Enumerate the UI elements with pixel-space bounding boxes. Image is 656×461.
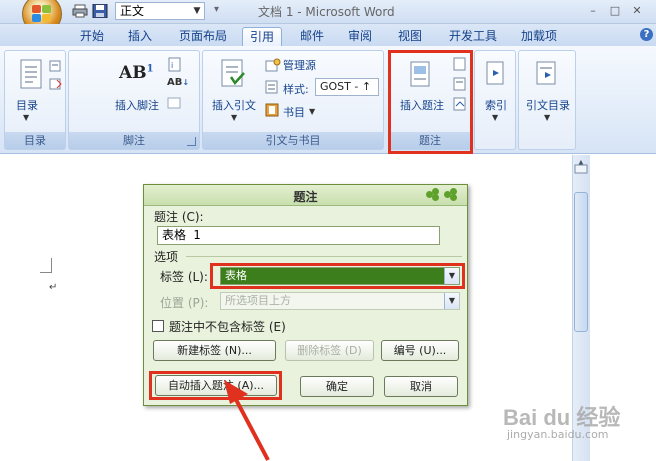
watermark-url: jingyan.baidu.com bbox=[507, 428, 609, 441]
watermark: Bai du 经验 jingyan.baidu.com bbox=[503, 400, 643, 460]
annotation-arrow-icon bbox=[224, 380, 270, 461]
